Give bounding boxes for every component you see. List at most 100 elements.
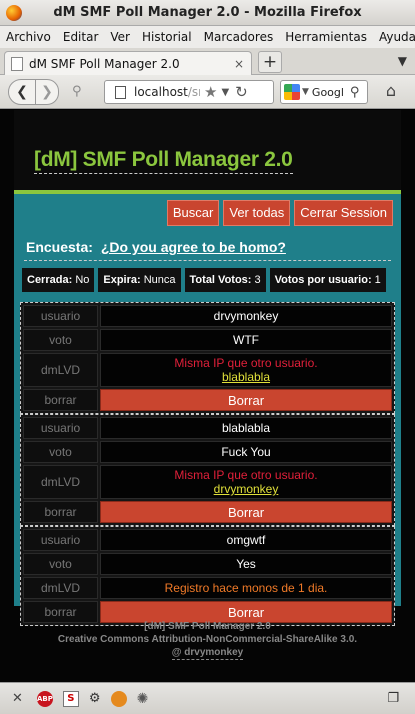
menu-historial[interactable]: Historial <box>136 30 198 44</box>
new-tab-button[interactable]: + <box>258 51 282 73</box>
menu-ver[interactable]: Ver <box>104 30 136 44</box>
delete-label: borrar <box>23 389 98 411</box>
survey-heading: Encuesta: ¿Do you agree to be homo? <box>26 239 286 255</box>
search-engine-dropdown-icon[interactable]: ▼ <box>302 87 309 97</box>
window-title: dM SMF Poll Manager 2.0 - Mozilla Firefo… <box>53 5 362 20</box>
table-row: usuario omgwtf <box>23 529 392 551</box>
vote-card: usuario blablabla voto Fuck You dmLVD Mi… <box>20 414 395 526</box>
footer-author-link[interactable]: @ drvymonkey <box>171 646 244 660</box>
site-header: [dM] SMF Poll Manager 2.0 <box>14 110 401 190</box>
related-user-link[interactable]: drvymonkey <box>214 482 279 496</box>
gear-icon[interactable]: ⚙ <box>89 691 101 706</box>
survey-question-link[interactable]: ¿Do you agree to be homo? <box>101 239 286 255</box>
reload-icon[interactable]: ↻ <box>235 83 248 101</box>
settings-icon[interactable]: ✺ <box>137 691 149 707</box>
table-row: dmLVD Registro hace monos de 1 dia. <box>23 577 392 599</box>
delete-button[interactable]: Borrar <box>100 389 392 411</box>
url-dropdown-icon[interactable]: ▼ <box>221 87 229 98</box>
identity-icon[interactable]: ⚲ <box>72 84 82 99</box>
table-row: voto Yes <box>23 553 392 575</box>
logout-button[interactable]: Cerrar Session <box>294 200 393 226</box>
search-bar[interactable]: ▼ Googl ⚲ <box>280 80 368 104</box>
adblock-icon[interactable]: ABP <box>36 690 53 707</box>
url-bar[interactable]: localhost/sm ★ ▼ ↻ <box>104 80 274 104</box>
firefox-icon <box>6 4 22 21</box>
menu-editar[interactable]: Editar <box>57 30 105 44</box>
page-icon <box>115 85 126 99</box>
footer-license: Creative Commons Attribution-NonCommerci… <box>57 634 358 645</box>
user-value: drvymonkey <box>100 305 392 327</box>
survey-label: Encuesta: <box>26 239 93 255</box>
vote-card: usuario omgwtf voto Yes dmLVD Registro h… <box>20 526 395 626</box>
related-user-link[interactable]: blablabla <box>222 370 270 384</box>
menu-marcadores[interactable]: Marcadores <box>198 30 280 44</box>
vote-label: voto <box>23 329 98 351</box>
delete-label: borrar <box>23 501 98 523</box>
poll-panel: Buscar Ver todas Cerrar Session Encuesta… <box>14 194 401 626</box>
addon-s-icon[interactable]: S <box>62 690 79 707</box>
site-logo[interactable]: [dM] SMF Poll Manager 2.0 <box>34 148 293 174</box>
survey-divider <box>24 260 391 261</box>
menu-ayuda[interactable]: Ayuda <box>373 30 415 44</box>
dmlvd-value: Registro hace monos de 1 dia. <box>100 577 392 599</box>
table-row: voto WTF <box>23 329 392 351</box>
tab-list-icon[interactable]: ▼ <box>398 54 407 68</box>
dmlvd-label: dmLVD <box>23 353 98 387</box>
user-label: usuario <box>23 305 98 327</box>
url-text[interactable]: localhost/sm <box>134 85 200 99</box>
table-row: dmLVD Misma IP que otro usuario. drvymon… <box>23 465 392 499</box>
stat-expires: Expira: Nunca <box>98 268 181 292</box>
user-value: omgwtf <box>100 529 392 551</box>
close-tab-icon[interactable]: × <box>231 57 247 71</box>
user-value: blablabla <box>100 417 392 439</box>
vote-value: WTF <box>100 329 392 351</box>
menu-herramientas[interactable]: Herramientas <box>279 30 373 44</box>
vote-value: Fuck You <box>100 441 392 463</box>
table-row: usuario blablabla <box>23 417 392 439</box>
footer-product: [dM] SMF Poll Manager 2.0 <box>144 621 271 632</box>
menu-archivo[interactable]: Archivo <box>0 30 57 44</box>
poll-stats: Cerrada: No Expira: Nunca Total Votos: 3… <box>22 268 386 292</box>
search-button[interactable]: Buscar <box>166 200 220 226</box>
vote-value: Yes <box>100 553 392 575</box>
user-label: usuario <box>23 529 98 551</box>
table-row: borrar Borrar <box>23 389 392 411</box>
page-icon <box>11 56 23 71</box>
close-addon-bar-icon[interactable]: ✕ <box>12 691 23 706</box>
stat-votes-per-user: Votos por usuario: 1 <box>269 268 386 292</box>
dmlvd-value: Misma IP que otro usuario. blablabla <box>100 353 392 387</box>
dmlvd-label: dmLVD <box>23 577 98 599</box>
stat-total-votes: Total Votos: 3 <box>184 268 266 292</box>
vote-label: voto <box>23 441 98 463</box>
navigation-bar: ❮ ❯ ⚲ localhost/sm ★ ▼ ↻ ▼ Googl ⚲ ⌂ <box>0 75 415 109</box>
table-row: usuario drvymonkey <box>23 305 392 327</box>
bookmark-star-icon[interactable]: ★ <box>204 83 217 101</box>
table-row: voto Fuck You <box>23 441 392 463</box>
window-titlebar: dM SMF Poll Manager 2.0 - Mozilla Firefo… <box>0 0 415 26</box>
vote-label: voto <box>23 553 98 575</box>
google-icon[interactable] <box>284 84 300 100</box>
dmlvd-label: dmLVD <box>23 465 98 499</box>
tab-label: dM SMF Poll Manager 2.0 <box>29 56 180 71</box>
addon-orange-icon[interactable] <box>110 690 127 707</box>
page-footer: [dM] SMF Poll Manager 2.0 Creative Commo… <box>0 620 415 660</box>
search-input[interactable]: Googl <box>312 86 348 99</box>
dmlvd-value: Misma IP que otro usuario. drvymonkey <box>100 465 392 499</box>
user-label: usuario <box>23 417 98 439</box>
view-all-button[interactable]: Ver todas <box>223 200 291 226</box>
warning-text: Misma IP que otro usuario. <box>174 356 318 370</box>
delete-button[interactable]: Borrar <box>100 501 392 523</box>
home-icon[interactable]: ⌂ <box>376 81 406 103</box>
addon-bar: ✕ ABP S ⚙ ✺ ❐ <box>0 682 415 714</box>
tab-bar: dM SMF Poll Manager 2.0 × + ▼ <box>0 48 415 75</box>
forward-button[interactable]: ❯ <box>35 79 59 105</box>
stat-closed: Cerrada: No <box>22 268 95 292</box>
tab-poll-manager[interactable]: dM SMF Poll Manager 2.0 × <box>4 51 252 75</box>
vote-card: usuario drvymonkey voto WTF dmLVD Misma … <box>20 302 395 414</box>
action-toolbar: Buscar Ver todas Cerrar Session <box>166 200 393 226</box>
search-icon[interactable]: ⚲ <box>350 85 360 100</box>
table-row: borrar Borrar <box>23 501 392 523</box>
table-row: dmLVD Misma IP que otro usuario. blablab… <box>23 353 392 387</box>
resize-grip-icon[interactable]: ❐ <box>387 691 399 706</box>
back-button[interactable]: ❮ <box>8 79 36 105</box>
